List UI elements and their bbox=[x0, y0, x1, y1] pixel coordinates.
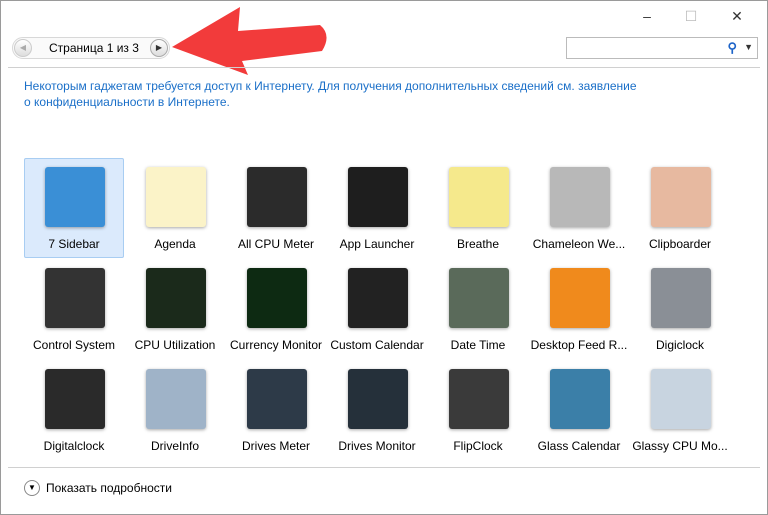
gadget-label: Drives Meter bbox=[241, 439, 310, 453]
gadget-label: Glassy CPU Mo... bbox=[632, 439, 728, 453]
gadget-label: DriveInfo bbox=[150, 439, 200, 453]
gadget-label: FlipClock bbox=[453, 439, 503, 453]
gadget-item[interactable]: Date Time bbox=[428, 259, 528, 359]
divider bbox=[8, 467, 760, 468]
gadget-item[interactable]: All CPU Meter bbox=[226, 158, 326, 258]
gadget-label: Custom Calendar bbox=[330, 338, 424, 352]
search-box[interactable]: ⚲ ▼ bbox=[566, 37, 758, 59]
gadget-thumbnail-icon bbox=[348, 167, 408, 227]
search-icon[interactable]: ⚲ bbox=[727, 40, 737, 56]
gadget-thumbnail-icon bbox=[45, 369, 105, 429]
gadget-label: Drives Monitor bbox=[338, 439, 416, 453]
gadget-item[interactable]: Currency Monitor bbox=[226, 259, 326, 359]
gadget-item[interactable]: Drives Meter bbox=[226, 360, 326, 460]
gadget-item[interactable]: Breathe bbox=[428, 158, 528, 258]
gadget-thumbnail-icon bbox=[247, 369, 307, 429]
gadget-grid: 7 Sidebar Agenda All CPU Meter App Launcher… bbox=[24, 158, 731, 461]
gadget-label: Digiclock bbox=[655, 338, 704, 352]
gadget-thumbnail-icon bbox=[146, 167, 206, 227]
gadget-thumbnail-icon bbox=[348, 369, 408, 429]
prev-page-button[interactable]: ◀ bbox=[14, 39, 32, 57]
gadget-thumbnail-icon bbox=[449, 369, 509, 429]
gadget-item[interactable]: FlipClock bbox=[428, 360, 528, 460]
divider bbox=[8, 67, 760, 68]
gadget-item[interactable]: Glass Calendar bbox=[529, 360, 629, 460]
gadget-item[interactable]: DriveInfo bbox=[125, 360, 225, 460]
show-details-button[interactable]: ▼ Показать подробности bbox=[24, 480, 172, 496]
next-page-button[interactable]: ▶ bbox=[150, 39, 168, 57]
search-dropdown-icon[interactable]: ▼ bbox=[744, 42, 753, 52]
gadget-item[interactable]: CPU Utilization bbox=[125, 259, 225, 359]
chevron-down-icon: ▼ bbox=[24, 480, 40, 496]
gadget-item[interactable]: Clipboarder bbox=[630, 158, 730, 258]
gadget-item[interactable]: 7 Sidebar bbox=[24, 158, 124, 258]
gadget-label: Chameleon We... bbox=[532, 237, 626, 251]
gadget-label: CPU Utilization bbox=[134, 338, 216, 352]
gadget-thumbnail-icon bbox=[348, 268, 408, 328]
gadget-label: Desktop Feed R... bbox=[530, 338, 628, 352]
page-navigator: ◀ Страница 1 из 3 ▶ bbox=[12, 37, 170, 59]
gadget-thumbnail-icon bbox=[651, 268, 711, 328]
gadget-thumbnail-icon bbox=[146, 268, 206, 328]
gadget-thumbnail-icon bbox=[550, 369, 610, 429]
gadget-item[interactable]: Desktop Feed R... bbox=[529, 259, 629, 359]
gadget-thumbnail-icon bbox=[651, 167, 711, 227]
gadget-item[interactable]: Control System bbox=[24, 259, 124, 359]
gadget-item[interactable]: Agenda bbox=[125, 158, 225, 258]
gadget-item[interactable]: Chameleon We... bbox=[529, 158, 629, 258]
gadget-label: Control System bbox=[32, 338, 116, 352]
gadget-item[interactable]: Digitalclock bbox=[24, 360, 124, 460]
gadget-label: Glass Calendar bbox=[537, 439, 621, 453]
gadget-thumbnail-icon bbox=[146, 369, 206, 429]
show-details-label: Показать подробности bbox=[46, 481, 172, 495]
gadget-thumbnail-icon bbox=[247, 268, 307, 328]
maximize-button[interactable]: ☐ bbox=[676, 6, 706, 26]
page-label: Страница 1 из 3 bbox=[49, 41, 139, 55]
gadget-label: 7 Sidebar bbox=[48, 237, 100, 251]
annotation-arrow-icon bbox=[172, 7, 327, 75]
gadget-thumbnail-icon bbox=[45, 167, 105, 227]
privacy-notice-link[interactable]: Некоторым гаджетам требуется доступ к Ин… bbox=[24, 78, 644, 110]
gadget-label: App Launcher bbox=[339, 237, 415, 251]
gadget-label: Digitalclock bbox=[43, 439, 105, 453]
gadget-label: Breathe bbox=[456, 237, 500, 251]
gadget-label: Currency Monitor bbox=[229, 338, 323, 352]
gadget-item[interactable]: Drives Monitor bbox=[327, 360, 427, 460]
gadget-label: Clipboarder bbox=[648, 237, 712, 251]
gadget-label: Agenda bbox=[154, 237, 196, 251]
gadget-label: Date Time bbox=[450, 338, 506, 352]
gadget-item[interactable]: Glassy CPU Mo... bbox=[630, 360, 730, 460]
gadget-thumbnail-icon bbox=[449, 268, 509, 328]
gadget-item[interactable]: Digiclock bbox=[630, 259, 730, 359]
gadget-label: All CPU Meter bbox=[237, 237, 314, 251]
gadget-thumbnail-icon bbox=[247, 167, 307, 227]
gadget-thumbnail-icon bbox=[45, 268, 105, 328]
gadget-thumbnail-icon bbox=[449, 167, 509, 227]
gadget-thumbnail-icon bbox=[651, 369, 711, 429]
gadget-item[interactable]: Custom Calendar bbox=[327, 259, 427, 359]
gadget-item[interactable]: App Launcher bbox=[327, 158, 427, 258]
gadget-thumbnail-icon bbox=[550, 268, 610, 328]
minimize-button[interactable]: – bbox=[632, 6, 662, 26]
close-button[interactable]: ✕ bbox=[722, 6, 752, 26]
gadget-thumbnail-icon bbox=[550, 167, 610, 227]
